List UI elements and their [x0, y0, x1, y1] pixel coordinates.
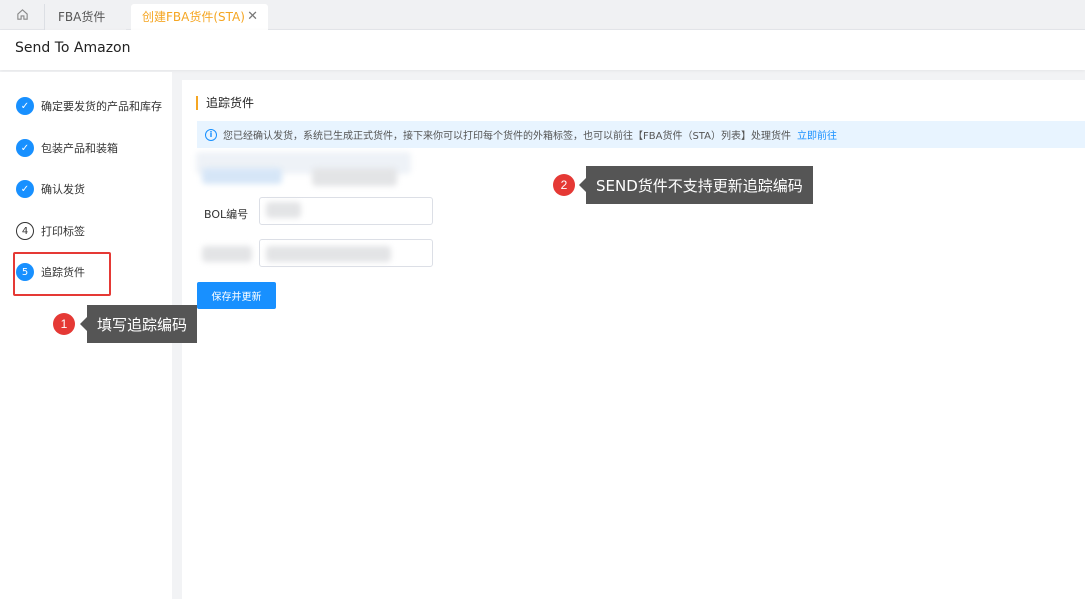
- step-label: 确认发货: [41, 183, 85, 196]
- save-and-update-button[interactable]: 保存并更新: [197, 282, 276, 309]
- home-icon: [16, 4, 29, 30]
- check-icon: ✓: [16, 139, 34, 157]
- go-now-link[interactable]: 立即前往: [797, 127, 837, 142]
- annotation-badge-2: 2: [553, 174, 575, 196]
- tab-bar: FBA货件 创建FBA货件(STA) ✕: [0, 0, 1085, 30]
- redacted-input: [312, 168, 397, 186]
- tab-create-label: 创建FBA货件(STA): [142, 10, 245, 24]
- redacted-label: [202, 168, 282, 184]
- page-header: Send To Amazon: [0, 30, 1085, 70]
- info-icon: i: [205, 128, 217, 141]
- tab-create-sta[interactable]: 创建FBA货件(STA) ✕: [131, 4, 268, 30]
- step-label: 确定要发货的产品和库存: [41, 100, 162, 113]
- annotation-badge-1: 1: [53, 313, 75, 335]
- main-panel: 追踪货件 i 您已经确认发货，系统已生成正式货件，接下来你可以打印每个货件的外箱…: [182, 80, 1085, 599]
- annotation-text-1: 填写追踪编码: [97, 315, 188, 334]
- annotation-callout-2: SEND货件不支持更新追踪编码: [579, 166, 813, 204]
- step-print-labels[interactable]: 4 打印标签: [16, 221, 85, 241]
- info-text: 您已经确认发货，系统已生成正式货件，接下来你可以打印每个货件的外箱标签，也可以前…: [223, 131, 791, 142]
- check-icon: ✓: [16, 180, 34, 198]
- step-number-icon: 4: [16, 222, 34, 240]
- check-icon: ✓: [16, 97, 34, 115]
- annotation-text-2: SEND货件不支持更新追踪编码: [596, 176, 803, 195]
- redacted-label: [202, 246, 252, 262]
- redacted-value: [266, 246, 391, 262]
- tab-home[interactable]: [8, 4, 36, 30]
- info-banner: i 您已经确认发货，系统已生成正式货件，接下来你可以打印每个货件的外箱标签，也可…: [197, 121, 1085, 148]
- redacted-value: [266, 202, 301, 218]
- tab-fba-label: FBA货件: [58, 10, 106, 24]
- section-title: 追踪货件: [196, 96, 254, 110]
- tab-fba-shipments[interactable]: FBA货件: [44, 4, 126, 30]
- step-pack-products[interactable]: ✓ 包装产品和装箱: [16, 138, 118, 158]
- step-confirm-shipping[interactable]: ✓ 确认发货: [16, 179, 85, 199]
- close-icon[interactable]: ✕: [247, 4, 258, 30]
- step-label: 打印标签: [41, 225, 85, 238]
- bol-label: BOL编号: [204, 208, 249, 221]
- annotation-highlight-box: [13, 252, 111, 296]
- page-title: Send To Amazon: [15, 40, 131, 56]
- step-select-products[interactable]: ✓ 确定要发货的产品和库存: [16, 96, 162, 116]
- step-label: 包装产品和装箱: [41, 142, 118, 155]
- annotation-callout-1: 填写追踪编码: [79, 305, 198, 343]
